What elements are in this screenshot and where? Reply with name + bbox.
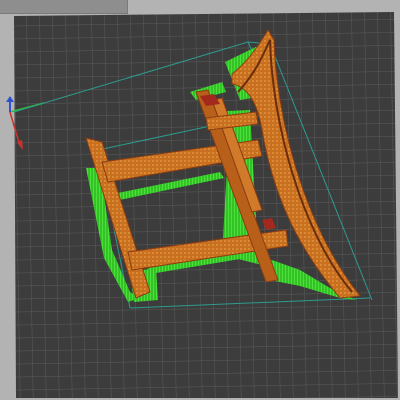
print-bed [14, 12, 398, 398]
3d-viewport[interactable] [0, 0, 400, 400]
